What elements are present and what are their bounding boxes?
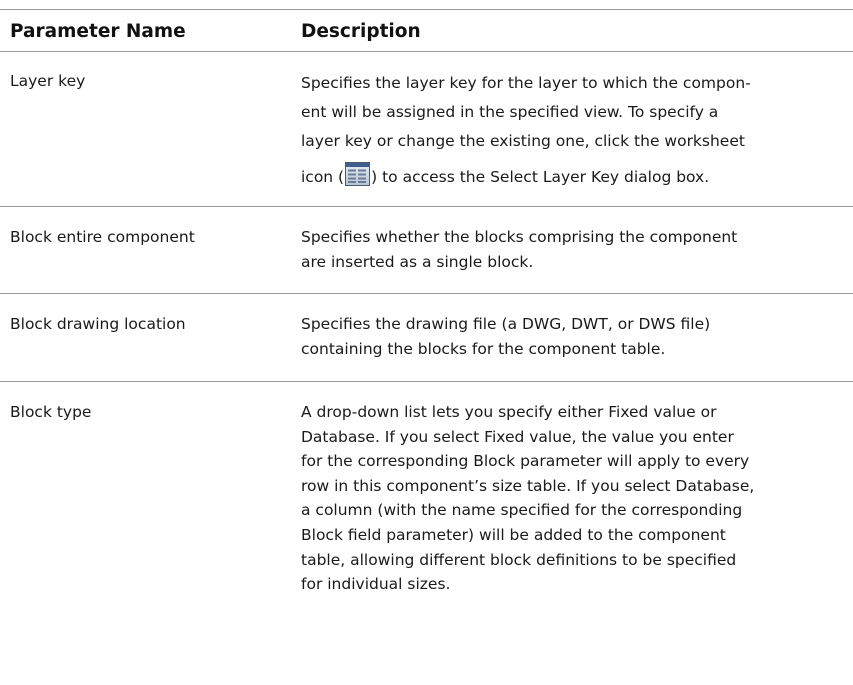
desc-line: A drop-down list lets you specify either… (301, 403, 717, 421)
desc-line: for the corresponding Block parameter wi… (301, 452, 750, 471)
row-block-drawing-location-name: Block drawing location (10, 315, 186, 333)
icon-line-before: icon ( (301, 168, 345, 186)
desc-line: Block field parameter) will be added to … (301, 525, 726, 544)
icon-line-after: ) to access the Select Layer Key dialog … (371, 168, 710, 186)
desc-line: are inserted as a single block. (301, 252, 534, 271)
header-description: Description (301, 21, 421, 42)
row-rule (0, 206, 853, 207)
worksheet-icon (345, 162, 371, 186)
desc-line-with-icon: icon ( ) to access the Select Layer Key d… (301, 162, 846, 192)
row-block-drawing-location-description: Specifies the drawing file (a DWG, DWT, … (301, 312, 846, 361)
row-layer-key-name: Layer key (10, 72, 86, 90)
desc-line: ent will be assigned in the specified vi… (301, 103, 719, 121)
header-parameter-name: Parameter Name (10, 21, 186, 42)
row-layer-key-description: Specifies the layer key for the layer to… (301, 69, 846, 192)
row-rule (0, 381, 853, 382)
desc-line: Specifies the layer key for the layer to… (301, 74, 751, 92)
desc-line: a column (with the name specified for th… (301, 501, 743, 520)
desc-line: Specifies whether the blocks comprising … (301, 228, 738, 246)
row-rule (0, 293, 853, 294)
header-rule (0, 51, 853, 52)
row-block-entire-component-name: Block entire component (10, 228, 195, 246)
desc-line: table, allowing different block definiti… (301, 550, 737, 569)
desc-line: row in this component’s size table. If y… (301, 476, 755, 495)
row-block-type-name: Block type (10, 403, 92, 421)
desc-line: for individual sizes. (301, 575, 451, 594)
row-block-type-description: A drop-down list lets you specify either… (301, 400, 846, 597)
desc-line: Database. If you select Fixed value, the… (301, 427, 734, 446)
desc-line: layer key or change the existing one, cl… (301, 132, 745, 150)
desc-line: Specifies the drawing file (a DWG, DWT, … (301, 315, 711, 333)
desc-line: containing the blocks for the component … (301, 339, 666, 358)
row-block-entire-component-description: Specifies whether the blocks comprising … (301, 225, 846, 274)
table-top-rule (0, 9, 853, 10)
